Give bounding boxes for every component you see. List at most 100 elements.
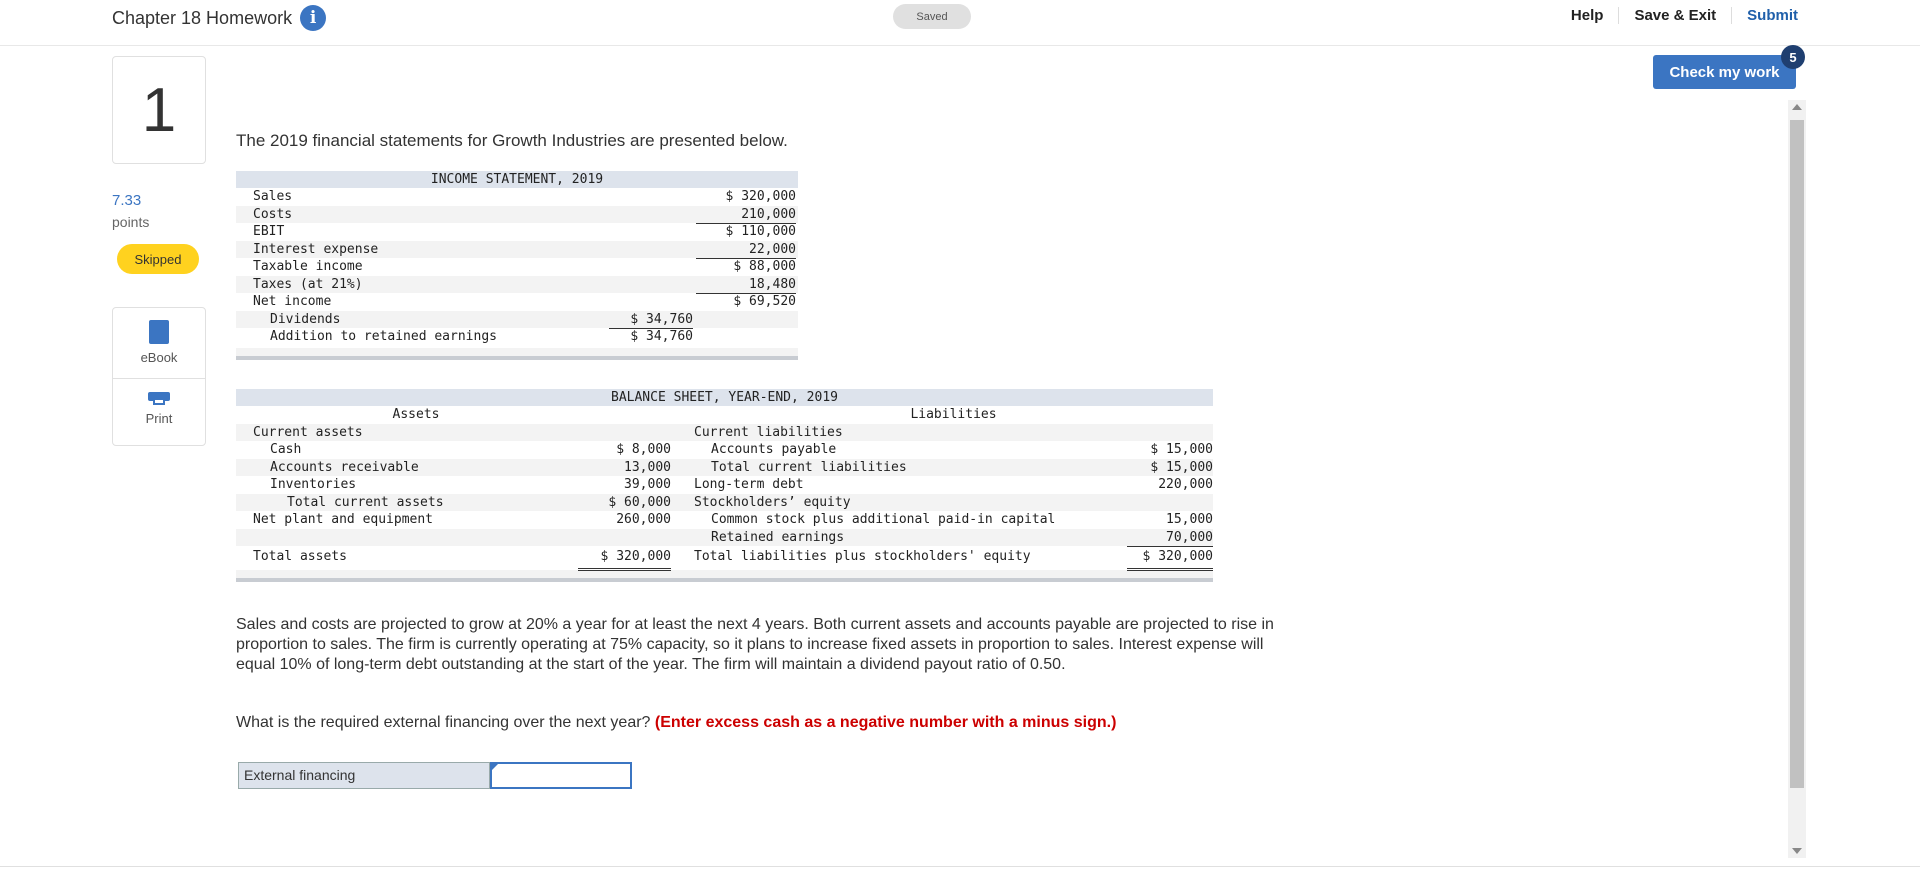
row-label: Interest expense (253, 241, 379, 257)
table-row: Total assets $ 320,000 Total liabilities… (236, 546, 1213, 571)
liabilities-header: Liabilities (910, 407, 997, 422)
liability-label: Total current liabilities (711, 459, 907, 475)
table-row: Addition to retained earnings $ 34,760 (236, 328, 798, 346)
asset-label: Accounts receivable (270, 459, 419, 475)
print-button[interactable]: Print (113, 378, 205, 449)
row-value: $ 69,520 (733, 294, 796, 309)
table-footer-rule (236, 347, 798, 360)
row-value: 210,000 (696, 206, 796, 224)
asset-label: Net plant and equipment (253, 512, 434, 527)
check-my-work-button[interactable]: Check my work (1653, 55, 1796, 89)
asset-value: $ 320,000 (578, 546, 671, 571)
row-label: Addition to retained earnings (270, 329, 497, 344)
table-header-row: Assets Liabilities (236, 406, 1213, 424)
row-label: Taxes (at 21%) (253, 276, 363, 292)
liability-value: 15,000 (1166, 512, 1213, 527)
top-nav: Help Save & Exit Submit (1556, 7, 1798, 24)
question-prompt: The 2019 financial statements for Growth… (236, 131, 788, 150)
tools-panel: eBook Print (112, 307, 206, 446)
table-row: Cash $ 8,000 Accounts payable $ 15,000 (236, 441, 1213, 460)
row-value: 22,000 (696, 241, 796, 259)
question-hint: (Enter excess cash as a negative number … (654, 714, 1117, 731)
table-row: Taxable income $ 88,000 (236, 258, 798, 276)
scroll-up-arrow-icon[interactable] (1792, 104, 1802, 110)
asset-value: $ 60,000 (608, 494, 671, 510)
liability-value: 220,000 (1158, 477, 1213, 492)
row-value: $ 110,000 (725, 224, 796, 239)
table-row: Accounts receivable 13,000 Total current… (236, 458, 1213, 476)
assets-header: Assets (392, 407, 440, 422)
scrollbar[interactable] (1788, 100, 1806, 858)
income-statement-table: INCOME STATEMENT, 2019 Sales $ 320,000 Co… (236, 171, 798, 360)
table-row: Dividends $ 34,760 (236, 310, 798, 329)
asset-label: Current assets (253, 424, 363, 440)
answer-row: External financing (238, 762, 632, 789)
row-label: Taxable income (253, 259, 363, 274)
asset-value: 39,000 (578, 476, 671, 495)
row-label: EBIT (253, 224, 285, 239)
asset-label: Total current assets (287, 494, 444, 510)
row-value: $ 88,000 (733, 259, 796, 274)
external-financing-input[interactable] (490, 762, 632, 789)
row-label: Net income (253, 294, 332, 309)
table-row: Current assets Current liabilities (236, 423, 1213, 441)
assignment-title-text: Chapter 18 Homework (112, 7, 293, 28)
asset-value: 260,000 (578, 511, 671, 530)
table-row: Costs 210,000 (236, 205, 798, 224)
liability-value: $ 15,000 (1150, 459, 1213, 475)
scroll-down-arrow-icon[interactable] (1792, 848, 1802, 854)
info-icon[interactable]: i (300, 5, 327, 31)
row-label: Costs (253, 206, 293, 222)
help-link[interactable]: Help (1556, 7, 1620, 24)
row-value: $ 320,000 (725, 189, 796, 204)
table-row: Taxes (at 21%) 18,480 (236, 275, 798, 294)
book-icon (149, 320, 169, 344)
liability-label: Current liabilities (694, 424, 843, 440)
balance-sheet-title: BALANCE SHEET, YEAR-END, 2019 (236, 389, 1213, 406)
problem-description: Sales and costs are projected to grow at… (236, 616, 1274, 673)
liability-label: Retained earnings (711, 529, 845, 545)
saved-status-badge: Saved (893, 4, 971, 29)
asset-label: Cash (270, 442, 302, 457)
question-ask-text: What is the required external financing … (236, 714, 651, 731)
submit-link[interactable]: Submit (1732, 7, 1798, 24)
balance-sheet-table: BALANCE SHEET, YEAR-END, 2019 Assets Lia… (236, 389, 1213, 582)
table-row: Retained earnings 70,000 (236, 528, 1213, 547)
save-exit-link[interactable]: Save & Exit (1619, 7, 1733, 24)
table-row: Total current assets $ 60,000 Stockholde… (236, 493, 1213, 511)
table-row: Interest expense 22,000 (236, 240, 798, 259)
ebook-button[interactable]: eBook (113, 320, 205, 376)
liability-label: Stockholders’ equity (694, 494, 851, 510)
liability-value: $ 15,000 (1127, 441, 1213, 460)
liability-label: Total liabilities plus stockholders' equ… (694, 549, 1031, 564)
table-row: Net plant and equipment 260,000 Common s… (236, 511, 1213, 530)
assignment-title: Chapter 18 Homework i (112, 5, 327, 31)
liability-label: Accounts payable (711, 442, 837, 457)
row-value: 18,480 (696, 276, 796, 294)
table-row: Net income $ 69,520 (236, 293, 798, 311)
points-label: points (112, 214, 150, 230)
top-bar: Chapter 18 Homework i Saved Help Save & … (0, 0, 1920, 46)
print-label: Print (145, 411, 173, 426)
scroll-thumb[interactable] (1790, 120, 1804, 788)
income-statement-title: INCOME STATEMENT, 2019 (236, 171, 798, 188)
table-row: Inventories 39,000 Long-term debt 220,00… (236, 476, 1213, 495)
question-ask: What is the required external financing … (236, 714, 1116, 732)
skipped-status-badge: Skipped (117, 244, 199, 274)
points-value: 7.33 (112, 192, 142, 209)
asset-label: Inventories (270, 477, 357, 492)
external-financing-label: External financing (239, 763, 490, 788)
check-count-badge: 5 (1781, 45, 1805, 69)
row-value: $ 34,760 (630, 329, 693, 344)
table-footer-rule (236, 570, 1213, 582)
liability-value: $ 320,000 (1127, 546, 1213, 571)
bottom-divider (0, 866, 1920, 867)
printer-icon (148, 389, 170, 405)
ebook-label: eBook (140, 350, 178, 365)
liability-label: Common stock plus additional paid-in cap… (711, 512, 1056, 527)
asset-value: 13,000 (624, 459, 671, 475)
question-number: 1 (112, 56, 206, 164)
liability-value: 70,000 (1127, 529, 1213, 547)
row-label: Sales (253, 189, 293, 204)
row-value: $ 34,760 (609, 311, 693, 329)
